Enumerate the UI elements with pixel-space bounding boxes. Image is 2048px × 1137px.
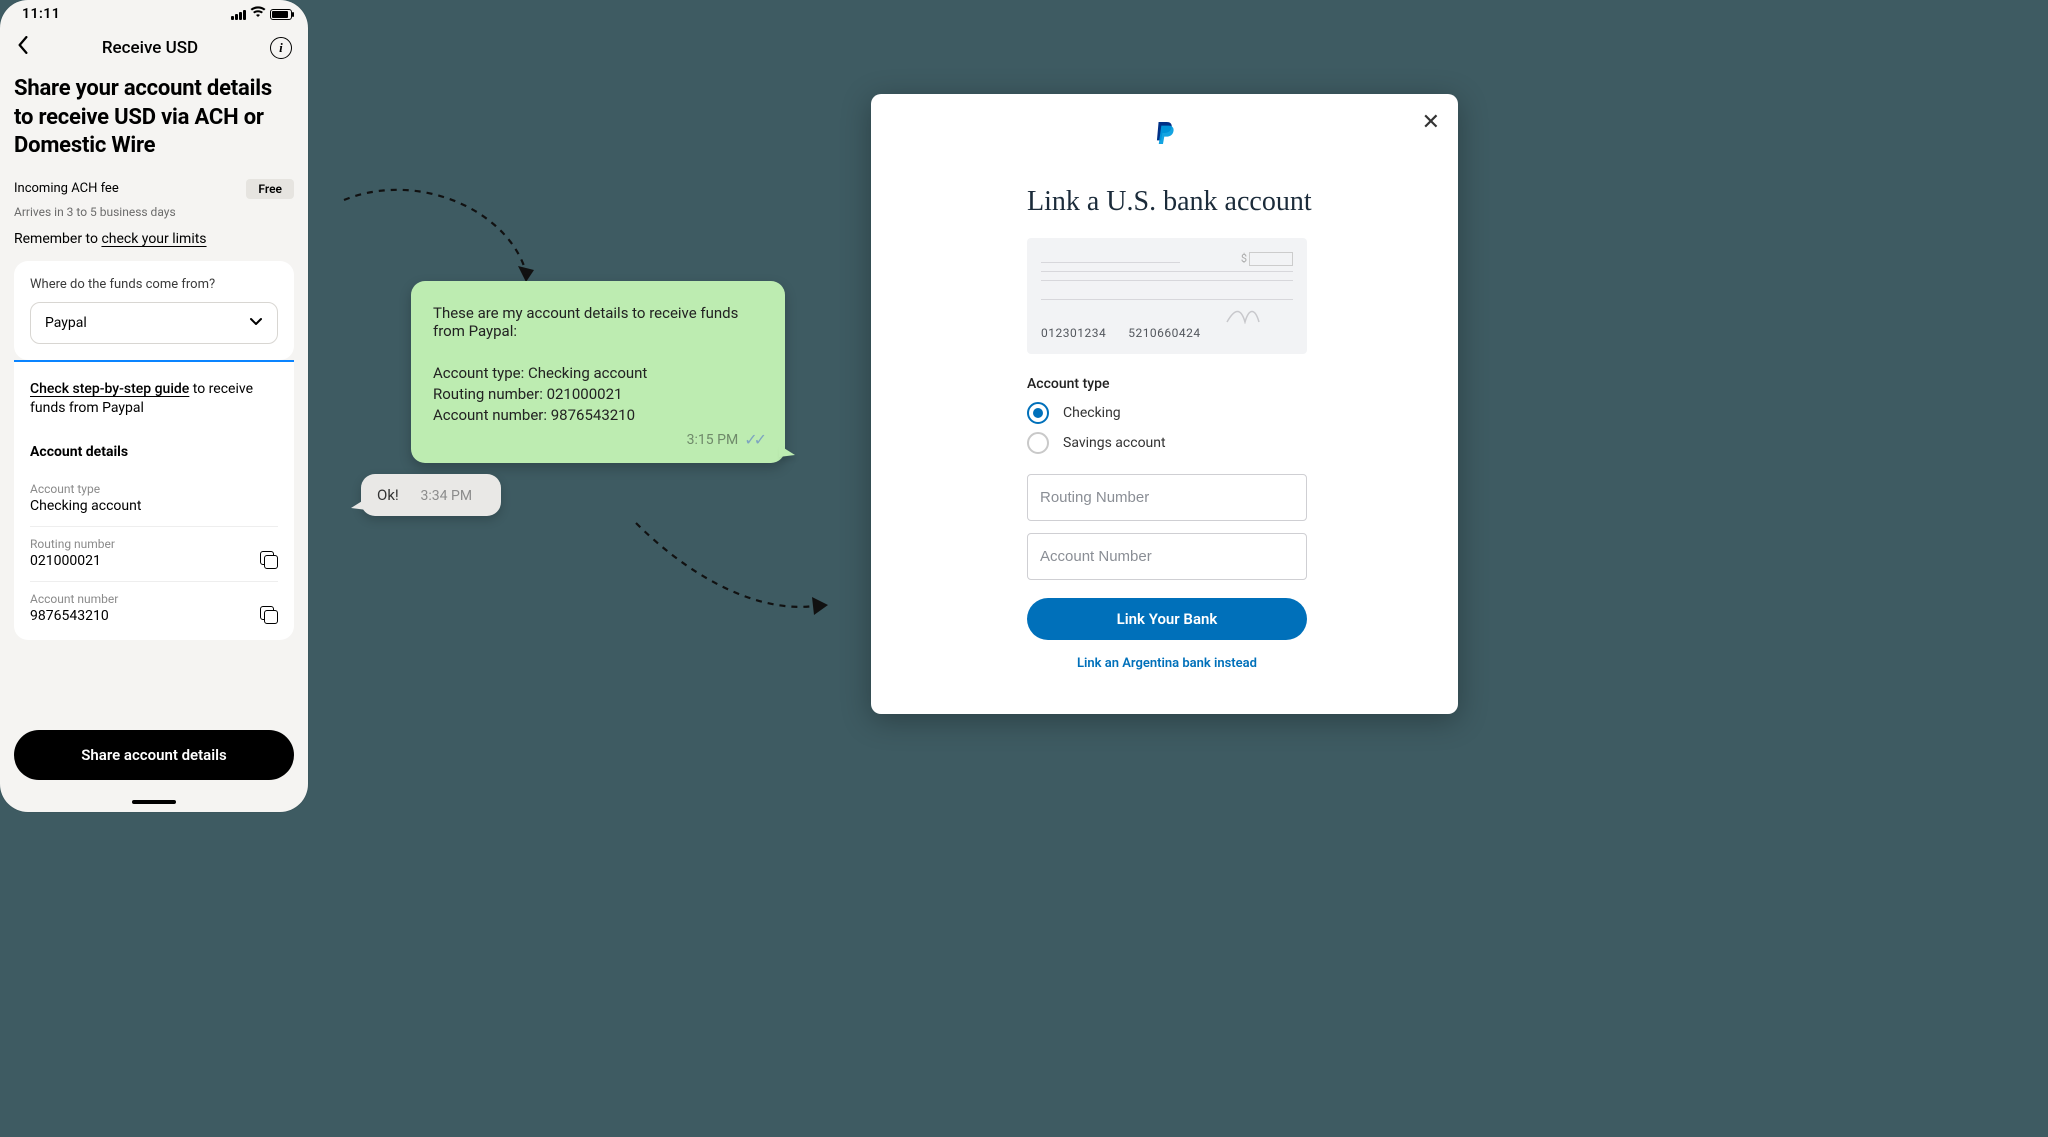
radio-label: Savings account	[1063, 435, 1166, 451]
routing-number-input[interactable]	[1027, 474, 1307, 521]
limits-text: Remember to check your limits	[14, 231, 294, 247]
status-time: 11:11	[22, 6, 60, 22]
account-type-value: Checking account	[30, 498, 141, 514]
share-account-details-button[interactable]: Share account details	[14, 730, 294, 780]
radio-label: Checking	[1063, 405, 1121, 421]
back-icon[interactable]	[16, 36, 30, 59]
status-bar: 11:11	[0, 0, 308, 26]
page-heading: Share your account details to receive US…	[14, 75, 294, 161]
chat-message-incoming: Ok! 3:34 PM	[361, 474, 501, 516]
account-type-label: Account type	[1027, 376, 1307, 392]
radio-icon	[1027, 432, 1049, 454]
check-account-example: 5210660424	[1128, 326, 1200, 340]
link-your-bank-button[interactable]: Link Your Bank	[1027, 598, 1307, 640]
source-select-value: Paypal	[45, 315, 87, 331]
cell-signal-icon	[231, 9, 246, 20]
arrow-icon	[338, 180, 548, 290]
radio-icon	[1027, 402, 1049, 424]
account-type-label: Account type	[30, 482, 141, 496]
home-indicator	[132, 800, 176, 804]
chat-reply-text: Ok!	[377, 486, 399, 504]
battery-icon	[270, 9, 292, 20]
page-title: Receive USD	[102, 38, 198, 58]
chat-line: Account number: 9876543210	[433, 406, 763, 424]
arrival-text: Arrives in 3 to 5 business days	[14, 205, 294, 219]
check-routing-example: 012301234	[1041, 326, 1106, 340]
paypal-logo-icon	[899, 120, 1430, 146]
source-card: Where do the funds come from? Paypal	[14, 261, 294, 360]
guide-link[interactable]: Check step-by-step guide	[30, 381, 189, 397]
chat-line: These are my account details to receive …	[433, 304, 763, 340]
fee-value-badge: Free	[246, 179, 294, 199]
copy-icon[interactable]	[260, 606, 278, 624]
source-select[interactable]: Paypal	[30, 302, 278, 344]
nav-bar: Receive USD i	[0, 26, 308, 65]
routing-value: 021000021	[30, 553, 115, 569]
chat-message-outgoing: These are my account details to receive …	[411, 281, 785, 463]
paypal-link-bank-card: ✕ Link a U.S. bank account $ 012301234 5…	[871, 94, 1458, 714]
double-check-icon: ✓✓	[744, 430, 763, 449]
wise-app-phone: 11:11 Receive USD i Share your account d…	[0, 0, 308, 812]
chevron-down-icon	[249, 315, 263, 331]
radio-savings[interactable]: Savings account	[1027, 432, 1307, 454]
fee-label: Incoming ACH fee	[14, 181, 119, 196]
wifi-icon	[250, 6, 266, 22]
details-card: Check step-by-step guide to receive fund…	[14, 360, 294, 640]
chat-timestamp: 3:34 PM	[421, 488, 473, 504]
check-limits-link[interactable]: check your limits	[101, 231, 206, 247]
close-icon[interactable]: ✕	[1422, 110, 1440, 135]
account-number-label: Account number	[30, 592, 118, 606]
copy-icon[interactable]	[260, 551, 278, 569]
chat-timestamp: 3:15 PM	[687, 432, 739, 448]
account-details-title: Account details	[30, 444, 278, 460]
account-number-input[interactable]	[1027, 533, 1307, 580]
chat-line: Account type: Checking account	[433, 364, 763, 382]
guide-text: Check step-by-step guide to receive fund…	[30, 380, 278, 418]
account-number-value: 9876543210	[30, 608, 118, 624]
paypal-title: Link a U.S. bank account	[1027, 186, 1430, 218]
check-illustration: $ 012301234 5210660424	[1027, 238, 1307, 354]
link-argentina-bank-link[interactable]: Link an Argentina bank instead	[1027, 656, 1307, 671]
info-icon[interactable]: i	[270, 37, 292, 59]
radio-checking[interactable]: Checking	[1027, 402, 1307, 424]
arrow-icon	[628, 515, 838, 625]
routing-label: Routing number	[30, 537, 115, 551]
source-question: Where do the funds come from?	[30, 277, 278, 292]
chat-line: Routing number: 021000021	[433, 385, 763, 403]
